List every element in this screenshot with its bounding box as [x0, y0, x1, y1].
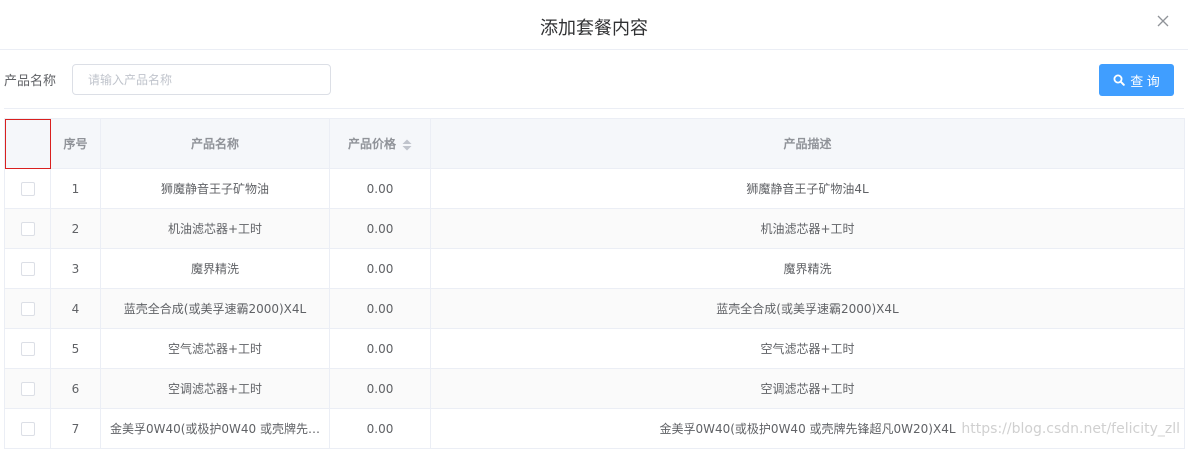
checkbox-icon[interactable]: [20, 381, 35, 396]
row-product-name: 空气滤芯器+工时: [100, 328, 330, 369]
checkbox-icon[interactable]: [20, 421, 35, 436]
close-icon[interactable]: [1154, 12, 1172, 30]
query-button[interactable]: 查 询: [1099, 64, 1174, 96]
row-select-cell[interactable]: [4, 248, 51, 289]
row-product-price: 0.00: [329, 168, 431, 209]
row-select-cell[interactable]: [4, 208, 51, 249]
table-row[interactable]: 4 蓝壳全合成(或美孚速霸2000)X4L 0.00 蓝壳全合成(或美孚速霸20…: [4, 288, 1185, 329]
row-product-price: 0.00: [329, 248, 431, 289]
row-index: 2: [50, 208, 101, 249]
row-index: 3: [50, 248, 101, 289]
row-product-description: 狮魔静音王子矿物油4L: [430, 168, 1185, 209]
row-product-name: 魔界精洗: [100, 248, 330, 289]
table-row[interactable]: 3 魔界精洗 0.00 魔界精洗: [4, 248, 1185, 289]
search-label: 产品名称: [4, 74, 57, 89]
checkbox-icon[interactable]: [20, 301, 35, 316]
row-product-description: 金美孚0W40(或极护0W40 或壳牌先锋超凡0W20)X4L: [430, 408, 1185, 449]
checkbox-icon[interactable]: [20, 341, 35, 356]
row-product-price: 0.00: [329, 368, 431, 409]
table-row[interactable]: 6 空调滤芯器+工时 0.00 空调滤芯器+工时: [4, 368, 1185, 409]
product-table: 序号 产品名称 产品价格 产品描述 1 狮魔静音王子矿物油 0.00 狮魔静音王…: [4, 118, 1185, 449]
row-product-name: 空调滤芯器+工时: [100, 368, 330, 409]
product-name-search-input[interactable]: [72, 64, 331, 95]
row-product-description: 魔界精洗: [430, 248, 1185, 289]
row-product-name: 机油滤芯器+工时: [100, 208, 330, 249]
row-index: 7: [50, 408, 101, 449]
row-index: 4: [50, 288, 101, 329]
row-product-price: 0.00: [329, 408, 431, 449]
row-product-description: 机油滤芯器+工时: [430, 208, 1185, 249]
row-product-name: 金美孚0W40(或极护0W40 或壳牌先…: [100, 408, 330, 449]
product-name-header: 产品名称: [100, 118, 330, 169]
checkbox-icon[interactable]: [20, 261, 35, 276]
table-row[interactable]: 5 空气滤芯器+工时 0.00 空气滤芯器+工时: [4, 328, 1185, 369]
row-product-name: 蓝壳全合成(或美孚速霸2000)X4L: [100, 288, 330, 329]
row-select-cell[interactable]: [4, 408, 51, 449]
dialog-title: 添加套餐内容: [540, 18, 648, 39]
product-price-header[interactable]: 产品价格: [329, 118, 431, 169]
query-button-label: 查 询: [1130, 73, 1160, 89]
row-index: 6: [50, 368, 101, 409]
row-select-cell[interactable]: [4, 288, 51, 329]
row-index: 5: [50, 328, 101, 369]
table-row[interactable]: 7 金美孚0W40(或极护0W40 或壳牌先… 0.00 金美孚0W40(或极护…: [4, 408, 1185, 449]
table-row[interactable]: 2 机油滤芯器+工时 0.00 机油滤芯器+工时: [4, 208, 1185, 249]
row-product-price: 0.00: [329, 208, 431, 249]
row-index: 1: [50, 168, 101, 209]
sort-caret-icon[interactable]: [402, 139, 412, 151]
product-description-header: 产品描述: [430, 118, 1185, 169]
product-price-header-label: 产品价格: [347, 137, 396, 151]
divider: [4, 108, 1184, 109]
row-product-name: 狮魔静音王子矿物油: [100, 168, 330, 209]
row-product-price: 0.00: [329, 288, 431, 329]
row-product-description: 空调滤芯器+工时: [430, 368, 1185, 409]
index-header: 序号: [50, 118, 101, 169]
checkbox-icon[interactable]: [20, 221, 35, 236]
search-icon: [1113, 74, 1125, 86]
table-row[interactable]: 1 狮魔静音王子矿物油 0.00 狮魔静音王子矿物油4L: [4, 168, 1185, 209]
checkbox-icon[interactable]: [20, 181, 35, 196]
row-select-cell[interactable]: [4, 368, 51, 409]
search-bar: 产品名称 查 询: [0, 50, 1188, 108]
row-select-cell[interactable]: [4, 328, 51, 369]
row-product-price: 0.00: [329, 328, 431, 369]
select-all-header[interactable]: [4, 118, 51, 169]
row-product-description: 空气滤芯器+工时: [430, 328, 1185, 369]
table-header-row: 序号 产品名称 产品价格 产品描述: [4, 118, 1185, 169]
row-select-cell[interactable]: [4, 168, 51, 209]
row-product-description: 蓝壳全合成(或美孚速霸2000)X4L: [430, 288, 1185, 329]
dialog-header: 添加套餐内容: [0, 0, 1188, 50]
